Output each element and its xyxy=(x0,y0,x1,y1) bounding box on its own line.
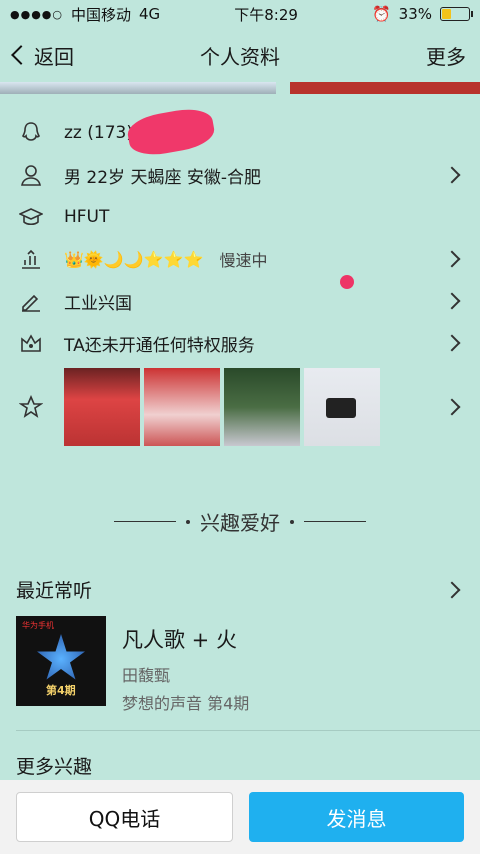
album-cover[interactable]: 华为手机 第4期 xyxy=(16,616,106,706)
song-title: 凡人歌 + 火 xyxy=(122,628,237,652)
back-label: 返回 xyxy=(34,44,74,69)
pencil-icon xyxy=(16,286,46,316)
photo-wall-row[interactable] xyxy=(0,364,480,450)
more-hobbies-label: 更多兴趣 xyxy=(16,756,93,778)
cover-photo-2[interactable] xyxy=(290,82,480,94)
battery-icon xyxy=(440,7,473,21)
level-icons: 👑🌞🌙🌙⭐⭐⭐ xyxy=(64,249,204,269)
hobby-section-header: 兴趣爱好 xyxy=(0,507,480,536)
song-artist: 田馥甄 xyxy=(122,666,171,685)
person-icon xyxy=(16,160,46,190)
chevron-right-icon xyxy=(443,166,461,184)
alarm-icon: ⏰ xyxy=(371,5,391,23)
song-item[interactable]: 华为手机 第4期 凡人歌 + 火 田馥甄 梦想的声音 第4期 xyxy=(16,616,249,714)
photo-thumbnail[interactable] xyxy=(304,368,380,446)
more-button[interactable]: 更多 xyxy=(426,41,466,70)
account-row: zz (173) xyxy=(0,112,480,154)
status-bar: ●●●●○ 中国移动 4G 下午8:29 ⏰ 33% xyxy=(0,0,480,28)
photo-thumbnail[interactable] xyxy=(64,368,140,446)
basic-info-row[interactable]: 男 22岁 天蝎座 安徽-合肥 xyxy=(0,154,480,196)
more-hobbies-header[interactable]: 更多兴趣 xyxy=(16,752,464,779)
annotation-dot xyxy=(340,275,354,289)
school-row: HFUT xyxy=(0,196,480,238)
signal-icon: ●●●●○ xyxy=(10,7,63,21)
chevron-right-icon xyxy=(443,334,461,352)
send-message-button[interactable]: 发消息 xyxy=(249,792,464,842)
cover-brand: 华为手机 xyxy=(22,621,54,630)
cover-photo-1[interactable] xyxy=(0,82,276,94)
photo-thumbnail[interactable] xyxy=(144,368,220,446)
crown-icon xyxy=(16,328,46,358)
nav-bar: 返回 个人资料 更多 xyxy=(0,28,480,82)
recent-listen-header[interactable]: 最近常听 xyxy=(16,576,464,603)
signature: 工业兴国 xyxy=(64,293,132,314)
school: HFUT xyxy=(64,207,110,227)
cover-episode: 第4期 xyxy=(46,684,76,697)
level-status: 慢速中 xyxy=(219,251,268,270)
divider xyxy=(16,730,480,731)
level-chart-icon xyxy=(16,244,46,274)
carrier: 中国移动 xyxy=(71,5,132,24)
battery-percent: 33% xyxy=(398,5,432,23)
chevron-right-icon xyxy=(443,581,461,598)
photo-thumbnail[interactable] xyxy=(224,368,300,446)
chevron-left-icon xyxy=(11,45,31,65)
chevron-right-icon xyxy=(443,292,461,310)
clock: 下午8:29 xyxy=(234,5,298,24)
star-icon xyxy=(16,392,46,422)
song-album: 梦想的声音 第4期 xyxy=(122,694,250,713)
signature-row[interactable]: 工业兴国 xyxy=(0,280,480,322)
account-name: zz (173 xyxy=(64,123,127,143)
qq-penguin-icon xyxy=(16,118,46,148)
privilege: TA还未开通任何特权服务 xyxy=(64,335,255,356)
basic-info: 男 22岁 天蝎座 安徽-合肥 xyxy=(64,167,261,188)
recent-listen-label: 最近常听 xyxy=(16,580,93,602)
network: 4G xyxy=(139,5,161,23)
qq-call-button[interactable]: QQ电话 xyxy=(16,792,233,842)
cover-photos-strip[interactable] xyxy=(0,82,480,94)
chevron-right-icon xyxy=(443,398,461,416)
hobby-section-title: 兴趣爱好 xyxy=(200,511,280,535)
level-row[interactable]: 👑🌞🌙🌙⭐⭐⭐ 慢速中 xyxy=(0,238,480,280)
chevron-right-icon xyxy=(443,250,461,268)
privilege-row[interactable]: TA还未开通任何特权服务 xyxy=(0,322,480,364)
star-icon xyxy=(37,634,85,680)
graduation-cap-icon xyxy=(16,202,46,232)
back-button[interactable]: 返回 xyxy=(11,41,74,70)
action-bar: QQ电话 发消息 xyxy=(0,780,480,854)
